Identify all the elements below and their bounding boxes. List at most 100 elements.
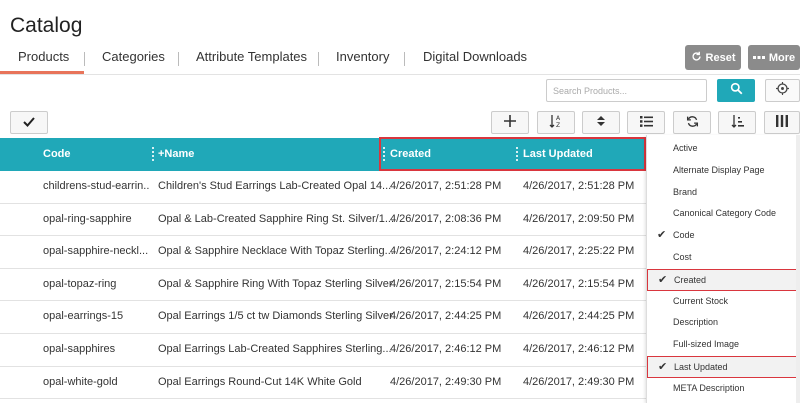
menu-item-meta-description[interactable]: META Description bbox=[647, 378, 799, 400]
checkmark-icon: ✔ bbox=[658, 273, 668, 286]
menu-item-label: Alternate Display Page bbox=[673, 164, 765, 175]
cell-code: opal-earrings-15 bbox=[43, 310, 124, 323]
more-button[interactable]: More bbox=[748, 45, 800, 70]
cell-name: Opal Earrings Round-Cut 14K White Gold bbox=[158, 375, 362, 388]
menu-item-full-sized-image[interactable]: Full-sized Image bbox=[647, 334, 799, 356]
menu-item-brand[interactable]: Brand bbox=[647, 182, 799, 204]
cell-name: Opal & Sapphire Ring With Topaz Sterling… bbox=[158, 277, 393, 290]
tab-digital-downloads[interactable]: Digital Downloads bbox=[423, 46, 527, 73]
plus-icon bbox=[504, 115, 516, 130]
table-row[interactable]: opal-sapphire-neckl... Opal & Sapphire N… bbox=[0, 236, 646, 269]
reset-button[interactable]: Reset bbox=[685, 45, 741, 70]
tab-bar: Products Categories Attribute Templates … bbox=[0, 46, 650, 74]
sort-button[interactable] bbox=[582, 111, 620, 134]
cell-created: 4/26/2017, 2:15:54 PM bbox=[390, 277, 502, 290]
tab-attribute-templates[interactable]: Attribute Templates bbox=[196, 46, 307, 73]
table-row[interactable]: opal-white-gold Opal Earrings Round-Cut … bbox=[0, 367, 646, 400]
list-icon bbox=[639, 115, 653, 130]
cell-created: 4/26/2017, 2:24:12 PM bbox=[390, 245, 502, 258]
tab-bar-divider bbox=[0, 74, 800, 75]
column-chooser-menu: Active Alternate Display Page Brand Cano… bbox=[646, 135, 800, 403]
menu-item-label: Cost bbox=[673, 252, 692, 262]
add-button[interactable] bbox=[491, 111, 529, 134]
menu-item-label: Created bbox=[674, 274, 707, 285]
menu-item-label: Full-sized Image bbox=[673, 339, 740, 350]
table-row[interactable]: opal-earrings-15 Opal Earrings 1/5 ct tw… bbox=[0, 301, 646, 334]
list-view-button[interactable] bbox=[627, 111, 665, 134]
column-header-code[interactable]: Code bbox=[43, 138, 71, 171]
sort-arrows-icon bbox=[597, 115, 605, 130]
checkmark-icon: ✔ bbox=[658, 361, 668, 373]
cell-created: 4/26/2017, 2:51:28 PM bbox=[390, 180, 502, 192]
svg-text:A: A bbox=[556, 115, 561, 122]
cell-code: opal-sapphire-neckl... bbox=[43, 245, 149, 258]
refresh-button[interactable] bbox=[673, 111, 711, 134]
checkmark-icon: ✔ bbox=[657, 229, 667, 242]
locate-button[interactable] bbox=[765, 79, 800, 102]
menu-item-canonical-category-code[interactable]: Canonical Category Code bbox=[647, 203, 799, 225]
cell-code: opal-sapphires bbox=[43, 342, 116, 355]
tab-divider bbox=[178, 52, 179, 66]
menu-item-current-stock[interactable]: Current Stock bbox=[647, 291, 799, 313]
table-row[interactable]: opal-sapphires Opal Earrings Lab-Created… bbox=[0, 334, 646, 367]
cell-name: Children's Stud Earrings Lab-Created Opa… bbox=[158, 180, 392, 192]
menu-item-label: Canonical Category Code bbox=[673, 208, 777, 219]
cell-created: 4/26/2017, 2:46:12 PM bbox=[390, 342, 502, 355]
cell-created: 4/26/2017, 2:08:36 PM bbox=[390, 212, 502, 225]
select-all-button[interactable] bbox=[10, 111, 48, 134]
tab-categories[interactable]: Categories bbox=[102, 46, 165, 73]
column-header-name[interactable]: +Name bbox=[158, 138, 194, 171]
dots-icon bbox=[752, 52, 765, 64]
columns-button[interactable] bbox=[764, 111, 800, 134]
cell-name: Opal Earrings Lab-Created Sapphires Ster… bbox=[158, 342, 392, 355]
menu-item-created[interactable]: ✔ Created bbox=[647, 268, 799, 291]
menu-item-alternate-display-page[interactable]: Alternate Display Page bbox=[647, 160, 799, 182]
table-row[interactable]: opal-ring-sapphire Opal & Lab-Created Sa… bbox=[0, 204, 646, 237]
menu-item-active[interactable]: Active bbox=[647, 138, 799, 160]
menu-item-description[interactable]: Description bbox=[647, 312, 799, 334]
cell-code: opal-white-gold bbox=[43, 375, 118, 388]
cell-last-updated: 4/26/2017, 2:25:22 PM bbox=[523, 245, 635, 258]
menu-item-code[interactable]: ✔ Code bbox=[647, 225, 799, 247]
check-icon bbox=[23, 115, 35, 130]
menu-item-label: Brand bbox=[673, 186, 698, 197]
sort-desc-button[interactable] bbox=[718, 111, 756, 134]
table-row[interactable]: childrens-stud-earrin.. Children's Stud … bbox=[0, 171, 646, 204]
grid-body: childrens-stud-earrin.. Children's Stud … bbox=[0, 171, 646, 400]
menu-item-cost[interactable]: Cost bbox=[647, 247, 799, 269]
tab-inventory[interactable]: Inventory bbox=[336, 46, 389, 73]
menu-item-label: Code bbox=[673, 230, 695, 241]
cell-created: 4/26/2017, 2:44:25 PM bbox=[390, 310, 502, 323]
menu-scrollbar[interactable] bbox=[796, 135, 800, 403]
menu-item-label: Last Updated bbox=[674, 362, 728, 372]
refresh-icon bbox=[686, 115, 699, 131]
cell-code: opal-ring-sapphire bbox=[43, 212, 132, 225]
cell-name: Opal Earrings 1/5 ct tw Diamonds Sterlin… bbox=[158, 310, 393, 323]
search-input[interactable] bbox=[546, 79, 707, 102]
cell-code: childrens-stud-earrin.. bbox=[43, 180, 150, 192]
table-row[interactable]: opal-topaz-ring Opal & Sapphire Ring Wit… bbox=[0, 269, 646, 302]
tab-divider bbox=[84, 52, 85, 66]
target-icon bbox=[776, 81, 789, 100]
tab-products[interactable]: Products bbox=[18, 46, 69, 73]
page-title: Catalog bbox=[10, 14, 83, 37]
search-button[interactable] bbox=[717, 79, 755, 102]
menu-item-label: META Description bbox=[673, 382, 745, 393]
cell-name: Opal & Sapphire Necklace With Topaz Ster… bbox=[158, 245, 394, 258]
sort-az-button[interactable]: AZ bbox=[537, 111, 575, 134]
reset-button-label: Reset bbox=[705, 51, 736, 64]
cell-name: Opal & Lab-Created Sapphire Ring St. Sil… bbox=[158, 212, 395, 225]
cell-last-updated: 4/26/2017, 2:15:54 PM bbox=[523, 277, 635, 290]
refresh-icon bbox=[691, 51, 702, 65]
cell-code: opal-topaz-ring bbox=[43, 277, 117, 290]
cell-created: 4/26/2017, 2:49:30 PM bbox=[390, 375, 502, 388]
magnifier-icon bbox=[730, 82, 743, 100]
cell-last-updated: 4/26/2017, 2:46:12 PM bbox=[523, 342, 635, 355]
menu-item-label: Description bbox=[673, 317, 719, 328]
cell-last-updated: 4/26/2017, 2:51:28 PM bbox=[523, 180, 635, 192]
menu-item-last-updated[interactable]: ✔ Last Updated bbox=[647, 356, 799, 378]
cell-last-updated: 4/26/2017, 2:49:30 PM bbox=[523, 375, 635, 388]
svg-text:Z: Z bbox=[556, 122, 560, 128]
column-resize-handle[interactable] bbox=[152, 147, 154, 161]
menu-item-label: Active bbox=[673, 143, 698, 153]
